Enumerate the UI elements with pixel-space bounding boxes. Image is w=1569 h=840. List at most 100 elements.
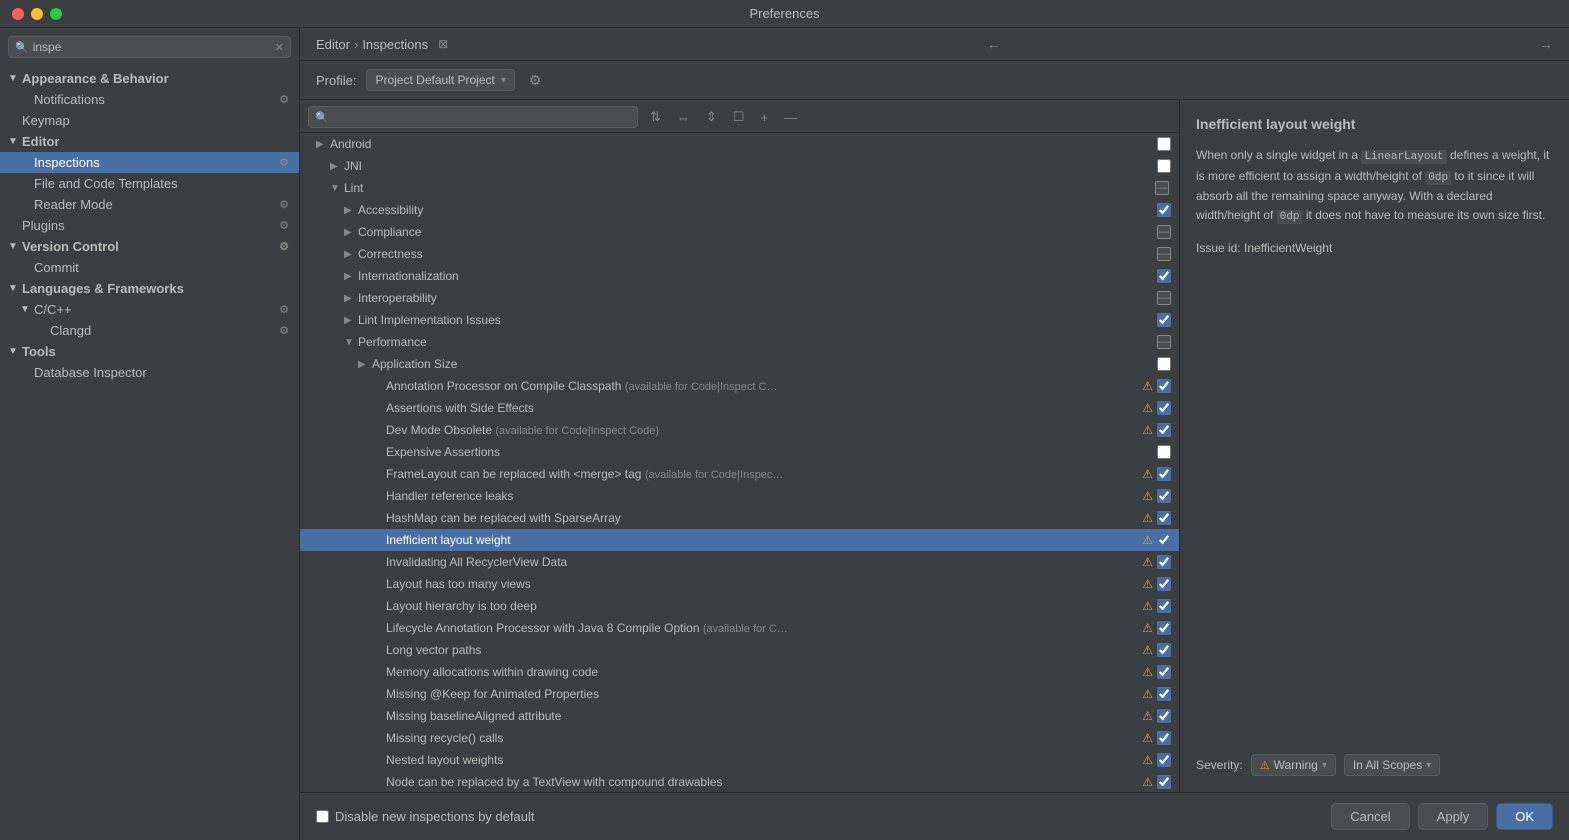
layout-too-many-views-checkbox[interactable] <box>1157 577 1171 591</box>
insp-row-lifecycle-annotation[interactable]: Lifecycle Annotation Processor with Java… <box>300 617 1179 639</box>
insp-group-compliance[interactable]: ▶ Compliance — <box>300 221 1179 243</box>
search-input-wrapper[interactable]: 🔍 ✕ <box>8 36 291 58</box>
insp-group-internationalization[interactable]: ▶ Internationalization <box>300 265 1179 287</box>
sidebar-item-notifications[interactable]: Notifications ⚙ <box>0 89 299 110</box>
annotation-processor-checkbox[interactable] <box>1157 379 1171 393</box>
performance-checkbox-minus[interactable]: — <box>1157 335 1171 349</box>
insp-row-expensive-assertions[interactable]: Expensive Assertions <box>300 441 1179 463</box>
sidebar-item-cpp[interactable]: ▼ C/C++ ⚙ <box>0 299 299 320</box>
invalidating-recyclerview-checkbox[interactable] <box>1157 555 1171 569</box>
insp-row-handler-leaks[interactable]: Handler reference leaks ⚠ <box>300 485 1179 507</box>
expensive-assertions-checkbox[interactable] <box>1157 445 1171 459</box>
add-icon[interactable]: + <box>756 108 772 127</box>
insp-row-missing-recycle[interactable]: Missing recycle() calls ⚠ <box>300 727 1179 749</box>
insp-row-missing-keep[interactable]: Missing @Keep for Animated Properties ⚠ <box>300 683 1179 705</box>
insp-group-correctness[interactable]: ▶ Correctness — <box>300 243 1179 265</box>
interoperability-checkbox-minus[interactable]: — <box>1157 291 1171 305</box>
sidebar-item-inspections[interactable]: Inspections ⚙ <box>0 152 299 173</box>
app-size-checkbox[interactable] <box>1157 357 1171 371</box>
insp-row-hashmap[interactable]: HashMap can be replaced with SparseArray… <box>300 507 1179 529</box>
sidebar-item-version-control[interactable]: ▼ Version Control ⚙ <box>0 236 299 257</box>
framelayout-checkbox[interactable] <box>1157 467 1171 481</box>
remove-icon[interactable]: — <box>780 108 801 127</box>
inefficient-layout-checkbox[interactable] <box>1157 533 1171 547</box>
filter-input-wrapper[interactable]: 🔍 <box>308 106 638 128</box>
apply-button[interactable]: Apply <box>1418 803 1489 830</box>
sidebar-item-database-inspector[interactable]: Database Inspector <box>0 362 299 383</box>
insp-group-lint[interactable]: ▼ Lint — <box>300 177 1179 199</box>
sidebar-item-file-code-templates[interactable]: File and Code Templates <box>0 173 299 194</box>
insp-row-missing-baseline[interactable]: Missing baselineAligned attribute ⚠ <box>300 705 1179 727</box>
sidebar-item-languages[interactable]: ▼ Languages & Frameworks <box>0 278 299 299</box>
internationalization-checkbox[interactable] <box>1157 269 1171 283</box>
lint-impl-checkbox[interactable] <box>1157 313 1171 327</box>
profile-select-dropdown[interactable]: Project Default Project ▾ <box>366 69 514 91</box>
forward-icon[interactable]: → <box>1539 36 1553 52</box>
compliance-checkbox-minus[interactable]: — <box>1157 225 1171 239</box>
profile-gear-icon[interactable]: ⚙ <box>525 70 546 91</box>
jni-checkbox[interactable] <box>1157 159 1171 173</box>
disable-new-inspections-checkbox[interactable] <box>316 810 329 823</box>
accessibility-checkbox[interactable] <box>1157 203 1171 217</box>
sidebar-item-appearance[interactable]: ▼ Appearance & Behavior <box>0 68 299 89</box>
filter-input[interactable] <box>333 110 631 124</box>
insp-row-long-vector-paths[interactable]: Long vector paths ⚠ <box>300 639 1179 661</box>
insp-row-layout-too-many-views[interactable]: Layout has too many views ⚠ <box>300 573 1179 595</box>
maximize-button[interactable] <box>50 8 62 20</box>
ok-button[interactable]: OK <box>1496 803 1553 830</box>
insp-row-dev-mode[interactable]: Dev Mode Obsolete (available for Code|In… <box>300 419 1179 441</box>
insp-row-assertions-side[interactable]: Assertions with Side Effects ⚠ <box>300 397 1179 419</box>
handler-leaks-checkbox[interactable] <box>1157 489 1171 503</box>
sidebar-item-commit[interactable]: Commit <box>0 257 299 278</box>
insp-row-annotation-processor[interactable]: Annotation Processor on Compile Classpat… <box>300 375 1179 397</box>
dev-mode-checkbox[interactable] <box>1157 423 1171 437</box>
close-button[interactable] <box>12 8 24 20</box>
assertions-side-checkbox[interactable] <box>1157 401 1171 415</box>
expand-all-icon[interactable]: ⇔ <box>673 108 694 127</box>
filter-icon[interactable]: ⇅ <box>646 107 665 127</box>
sidebar-item-tools[interactable]: ▼ Tools <box>0 341 299 362</box>
node-textview-checkbox[interactable] <box>1157 775 1171 789</box>
nested-layout-weights-checkbox[interactable] <box>1157 753 1171 767</box>
collapse-all-icon[interactable]: ⇕ <box>702 107 721 127</box>
sidebar-item-reader-mode[interactable]: Reader Mode ⚙ <box>0 194 299 215</box>
sidebar-item-clangd[interactable]: Clangd ⚙ <box>0 320 299 341</box>
missing-baseline-checkbox[interactable] <box>1157 709 1171 723</box>
long-vector-paths-checkbox[interactable] <box>1157 643 1171 657</box>
insp-row-nested-layout-weights[interactable]: Nested layout weights ⚠ <box>300 749 1179 771</box>
search-input[interactable] <box>33 40 275 54</box>
pin-tab-icon[interactable]: ⊠ <box>438 37 448 51</box>
missing-recycle-checkbox[interactable] <box>1157 731 1171 745</box>
insp-row-invalidating-recyclerview[interactable]: Invalidating All RecyclerView Data ⚠ <box>300 551 1179 573</box>
clear-search-icon[interactable]: ✕ <box>275 41 284 54</box>
sidebar-item-keymap[interactable]: Keymap <box>0 110 299 131</box>
back-icon[interactable]: ← <box>987 36 1001 52</box>
insp-row-inefficient-layout[interactable]: Inefficient layout weight ⚠ <box>300 529 1179 551</box>
cancel-button[interactable]: Cancel <box>1331 803 1409 830</box>
scope-dropdown[interactable]: In All Scopes ▾ <box>1344 754 1440 776</box>
group-icon[interactable]: ☐ <box>729 107 749 127</box>
insp-group-android[interactable]: ▶ Android <box>300 133 1179 155</box>
correctness-checkbox-minus[interactable]: — <box>1157 247 1171 261</box>
insp-group-jni[interactable]: ▶ JNI <box>300 155 1179 177</box>
sidebar-item-editor[interactable]: ▼ Editor <box>0 131 299 152</box>
memory-alloc-checkbox[interactable] <box>1157 665 1171 679</box>
insp-row-app-size[interactable]: ▶ Application Size <box>300 353 1179 375</box>
insp-row-node-textview[interactable]: Node can be replaced by a TextView with … <box>300 771 1179 792</box>
minimize-button[interactable] <box>31 8 43 20</box>
severity-dropdown[interactable]: ⚠ Warning ▾ <box>1251 754 1336 776</box>
hashmap-checkbox[interactable] <box>1157 511 1171 525</box>
insp-group-accessibility[interactable]: ▶ Accessibility <box>300 199 1179 221</box>
insp-group-lint-impl[interactable]: ▶ Lint Implementation Issues <box>300 309 1179 331</box>
insp-group-interoperability[interactable]: ▶ Interoperability — <box>300 287 1179 309</box>
lifecycle-annotation-checkbox[interactable] <box>1157 621 1171 635</box>
insp-row-framelayout[interactable]: FrameLayout can be replaced with <merge>… <box>300 463 1179 485</box>
insp-row-memory-alloc[interactable]: Memory allocations within drawing code ⚠ <box>300 661 1179 683</box>
lint-checkbox-minus[interactable]: — <box>1155 181 1169 195</box>
insp-row-layout-hierarchy-deep[interactable]: Layout hierarchy is too deep ⚠ <box>300 595 1179 617</box>
layout-hierarchy-deep-checkbox[interactable] <box>1157 599 1171 613</box>
android-checkbox[interactable] <box>1157 137 1171 151</box>
sidebar-item-plugins[interactable]: Plugins ⚙ <box>0 215 299 236</box>
missing-keep-checkbox[interactable] <box>1157 687 1171 701</box>
insp-group-performance[interactable]: ▼ Performance — <box>300 331 1179 353</box>
